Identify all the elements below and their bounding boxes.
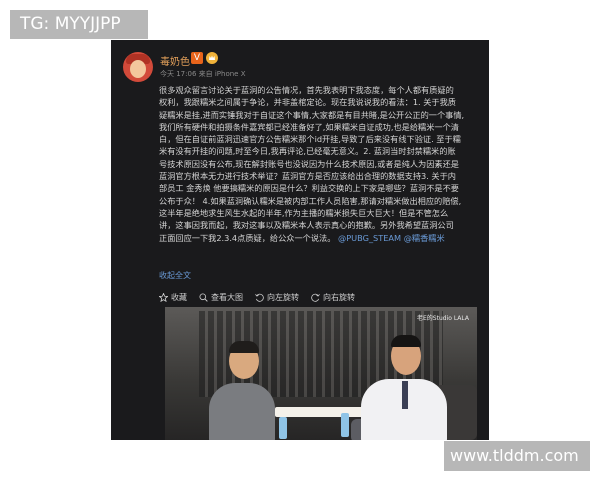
view-large-button[interactable]: 查看大图 xyxy=(199,292,243,303)
avatar-face xyxy=(130,60,146,78)
post-line-text: 正面回应一下我2.3.4点质疑，给公众一个说法。 xyxy=(159,232,336,243)
post-line: 我们所有硬件和拍摄条件嘉宾都已经准备好了,如果糯米自证成功,也是给糯米一个清 xyxy=(159,121,459,132)
guest-tie xyxy=(402,381,408,409)
post-line: 这半年是绝地求生风生水起的半年,作为主播的糯米损失巨大巨大！但是不管怎么 xyxy=(159,207,449,218)
post-line: 讲，这事因我而起，我对这事以及糯米本人表示真心的抱歉。另外我希望蓝洞公司 xyxy=(159,220,454,231)
post-line: 很多观众留言讨论关于蓝洞的公告情况，首先我表明下我态度，每个人都有质疑的 xyxy=(159,85,454,95)
mention-link[interactable]: @PUBG_STEAM xyxy=(338,233,401,243)
watermark-bottom-right: www.tlddm.com xyxy=(444,441,590,471)
favorite-label: 收藏 xyxy=(171,292,187,302)
mention-link[interactable]: @糯香糯米 xyxy=(404,233,445,243)
post-line: 疑糯米是挂,进而实锤我对于自证这个事情,大家都是有目共睹,是公开公正的一个事情, xyxy=(159,109,465,120)
guest-hair xyxy=(391,335,421,347)
weibo-post-screenshot: 毒奶色 V 今天 17:06 来自 iPhone X 很多观众留言讨论关于蓝洞的… xyxy=(111,40,489,440)
post-line: 权利，我跟糯米之间属于争论，并非盖棺定论。现在我说说我的看法：1. 关于我质 xyxy=(159,97,456,108)
star-icon xyxy=(159,292,168,302)
rotate-left-button[interactable]: 向左旋转 xyxy=(255,292,299,303)
host-hair xyxy=(229,341,259,353)
post-line: 部员工 金秀焕 他要搞糯米的原因是什么？利益交换的上下家是哪些？蓝洞不是不要 xyxy=(159,183,459,194)
crown-icon xyxy=(206,52,218,64)
watermark-top-left: TG: MYYJJPP xyxy=(10,10,148,39)
video-still-image[interactable]: 老E的Studio LALA xyxy=(165,307,477,440)
collapse-text-link[interactable]: 收起全文 xyxy=(159,270,191,281)
video-logo: 老E的Studio LALA xyxy=(417,315,469,322)
studio-table xyxy=(275,407,375,417)
username[interactable]: 毒奶色 xyxy=(160,53,190,68)
favorite-button[interactable]: 收藏 xyxy=(159,292,187,303)
post-line: 号技术原因没有公布,现在解封账号也没说因为什么技术原因,或者是纯人为因素还是 xyxy=(159,158,459,169)
post-meta: 今天 17:06 来自 iPhone X xyxy=(160,70,246,78)
post-line: 白，但在自证前蓝洞迅速官方公告糯米那个id开挂,导致了后来没有线下验证. 至于糯 xyxy=(159,134,461,145)
image-action-bar: 收藏 查看大图 向左旋转 向右旋转 xyxy=(159,290,355,304)
verified-badge-icon: V xyxy=(191,52,203,64)
water-bottle xyxy=(279,417,287,439)
post-line: 蓝洞官方根本无力进行技术举证？蓝洞官方是否应该给出合理的数据支持3. 关于内 xyxy=(159,171,456,182)
rotate-right-label: 向右旋转 xyxy=(323,292,355,302)
avatar[interactable] xyxy=(123,52,153,82)
view-large-label: 查看大图 xyxy=(211,292,243,302)
rotate-right-button[interactable]: 向右旋转 xyxy=(311,292,355,303)
rotate-left-label: 向左旋转 xyxy=(267,292,299,302)
water-bottle xyxy=(341,413,349,437)
magnifier-icon xyxy=(199,292,208,302)
post-line: 正面回应一下我2.3.4点质疑，给公众一个说法。 @PUBG_STEAM @糯香… xyxy=(159,232,481,244)
post-line: 米有没有开挂的问题,时至今日,我再评论,已经毫无意义。2. 蓝洞当时封禁糯米的账 xyxy=(159,146,456,157)
post-line: 公布于众！ 4.如果蓝洞确认糯米是被内部工作人员陷害,那请对糯米做出相应的赔偿, xyxy=(159,195,462,206)
rotate-right-icon xyxy=(311,293,320,302)
host-body xyxy=(209,383,275,440)
post-body: 很多观众留言讨论关于蓝洞的公告情况，首先我表明下我态度，每个人都有质疑的 权利，… xyxy=(159,84,481,244)
rotate-left-icon xyxy=(255,293,264,302)
